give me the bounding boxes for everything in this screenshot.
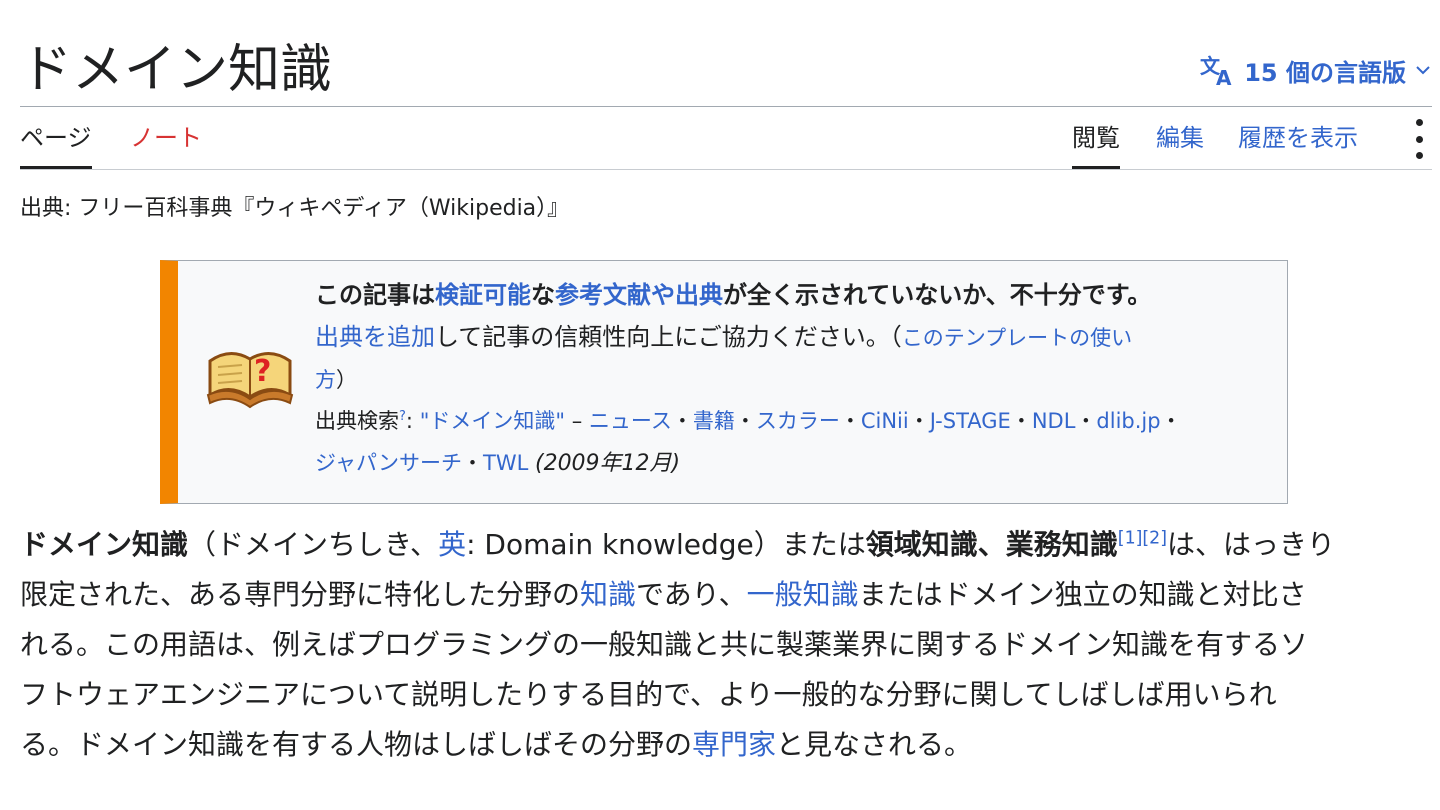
search-news-link[interactable]: ニュース bbox=[589, 409, 672, 433]
vertical-ellipsis-icon[interactable] bbox=[1414, 119, 1424, 159]
link-english[interactable]: 英 bbox=[438, 528, 466, 561]
source-search-help-link[interactable]: ? bbox=[399, 409, 406, 424]
article-text: （ドメインちしき、 bbox=[188, 528, 439, 561]
link-template-usage-end[interactable]: 方 bbox=[315, 368, 336, 392]
search-cinii-link[interactable]: CiNii bbox=[861, 409, 909, 433]
separator: ・ bbox=[671, 409, 693, 433]
separator: ・ bbox=[1010, 409, 1032, 433]
article-text: 、 bbox=[977, 528, 1006, 561]
citation-needed-notice: ? この記事は検証可能な参考文献や出典が全く示されていないか、不十分です。 出典… bbox=[160, 260, 1288, 504]
notice-text-segment: して記事の信頼性向上にご協力ください。（ bbox=[435, 323, 902, 351]
notice-text: この記事は検証可能な参考文献や出典が全く示されていないか、不十分です。 出典を追… bbox=[315, 275, 1275, 485]
notice-text-segment: ） bbox=[336, 368, 357, 392]
article-text: であり、 bbox=[636, 578, 747, 611]
notice-text-segment: : bbox=[405, 409, 420, 433]
term-domain-knowledge: ドメイン知識 bbox=[20, 528, 189, 561]
link-knowledge[interactable]: 知識 bbox=[580, 578, 636, 611]
article-body: ドメイン知識（ドメインちしき、英: Domain knowledge）または領域… bbox=[20, 520, 1432, 770]
notice-text-segment: この記事は bbox=[315, 281, 435, 309]
search-japansearch-link[interactable]: ジャパンサーチ bbox=[315, 451, 462, 475]
tab-history[interactable]: 履歴を表示 bbox=[1238, 121, 1358, 166]
link-template-usage[interactable]: このテンプレートの使い bbox=[902, 326, 1132, 350]
title-row: ドメイン知識 文 A 15 個の言語版 bbox=[20, 30, 1432, 107]
notice-date: (2009年12月) bbox=[534, 451, 681, 476]
search-twl-link[interactable]: TWL bbox=[483, 451, 528, 475]
term-domain-area-knowledge: 領域知識 bbox=[865, 528, 978, 561]
menu-dot bbox=[1415, 135, 1423, 143]
reference-1[interactable]: [1] bbox=[1118, 529, 1143, 549]
article-text: と見なされる。 bbox=[776, 728, 973, 761]
tabs-row: ページ ノート 閲覧 編集 履歴を表示 bbox=[20, 107, 1432, 170]
article-line-4: フトウェアエンジニアについて説明したりする目的で、より一般的な分野に関してしばし… bbox=[20, 678, 1277, 711]
search-ndl-link[interactable]: NDL bbox=[1032, 409, 1076, 433]
language-button-label: 15 個の言語版 bbox=[1244, 58, 1406, 87]
menu-dot bbox=[1415, 152, 1423, 159]
separator: ・ bbox=[1075, 409, 1097, 433]
article-line-1: ドメイン知識（ドメインちしき、英: Domain knowledge）または領域… bbox=[20, 520, 1432, 570]
article-text: : Domain knowledge）または bbox=[466, 528, 866, 561]
link-verifiability[interactable]: 検証可能 bbox=[435, 281, 531, 309]
search-dlib-link[interactable]: dlib.jp bbox=[1096, 409, 1160, 433]
tab-read[interactable]: 閲覧 bbox=[1072, 121, 1120, 169]
link-add-citation[interactable]: 出典を追加 bbox=[315, 323, 435, 351]
link-expert[interactable]: 専門家 bbox=[692, 728, 776, 761]
chevron-down-icon bbox=[1414, 64, 1432, 76]
language-button[interactable]: 文 A 15 個の言語版 bbox=[1200, 52, 1432, 88]
separator: ・ bbox=[462, 451, 483, 475]
page-title: ドメイン知識 bbox=[20, 40, 333, 100]
search-scholar-link[interactable]: スカラー bbox=[756, 409, 840, 433]
article-line-3: れる。この用語は、例えばプログラミングの一般知識と共に製薬業界に関するドメイン知… bbox=[20, 628, 1309, 661]
source-search-line: 出典検索?: "ドメイン知識" – ニュース・書籍・スカラー・CiNii・J-S… bbox=[315, 400, 1275, 442]
separator: ・ bbox=[734, 409, 756, 433]
article-line-2: 限定された、ある専門分野に特化した分野の知識であり、一般知識またはドメイン独立の… bbox=[20, 570, 1432, 620]
link-general-knowledge[interactable]: 一般知識 bbox=[747, 578, 859, 611]
article-line-5: る。ドメイン知識を有する人物はしばしばその分野の専門家と見なされる。 bbox=[20, 720, 1432, 770]
article-text: は、はっきり bbox=[1166, 528, 1335, 561]
source-search-line-2: ジャパンサーチ・TWL (2009年12月) bbox=[315, 442, 1275, 485]
notice-text-segment: が全く示されていないか、不十分です。 bbox=[723, 281, 1152, 309]
separator: ・ bbox=[908, 409, 930, 433]
separator: ・ bbox=[1160, 409, 1182, 433]
notice-line-2: 出典を追加して記事の信頼性向上にご協力ください。（このテンプレートの使い bbox=[315, 315, 1275, 360]
svg-text:A: A bbox=[1216, 66, 1232, 87]
notice-line-3: 方） bbox=[315, 360, 1275, 400]
search-jstage-link[interactable]: J-STAGE bbox=[930, 409, 1011, 433]
svg-text:?: ? bbox=[254, 354, 271, 389]
tab-edit[interactable]: 編集 bbox=[1156, 121, 1204, 166]
article-text: る。ドメイン知識を有する人物はしばしばその分野の bbox=[20, 728, 693, 761]
menu-dot bbox=[1415, 119, 1423, 126]
notice-text-segment: な bbox=[531, 281, 555, 309]
link-references[interactable]: 参考文献や出典 bbox=[555, 281, 723, 309]
term-business-knowledge: 業務知識 bbox=[1005, 528, 1118, 561]
source-line: 出典: フリー百科事典『ウィキペディア（Wikipedia）』 bbox=[20, 196, 570, 221]
notice-headline: この記事は検証可能な参考文献や出典が全く示されていないか、不十分です。 bbox=[315, 275, 1275, 315]
separator: ・ bbox=[839, 409, 861, 433]
search-query-link[interactable]: "ドメイン知識" bbox=[420, 409, 565, 433]
article-text: またはドメイン独立の知識と対比さ bbox=[858, 578, 1307, 611]
search-books-link[interactable]: 書籍 bbox=[693, 409, 735, 433]
tab-page[interactable]: ページ bbox=[20, 121, 92, 169]
notice-text-segment: – bbox=[565, 409, 589, 433]
article-text: 限定された、ある専門分野に特化した分野の bbox=[20, 578, 581, 611]
translate-icon: 文 A bbox=[1200, 53, 1236, 87]
source-search-label: 出典検索 bbox=[315, 409, 399, 433]
reference-2[interactable]: [2] bbox=[1142, 529, 1167, 549]
tab-talk[interactable]: ノート bbox=[130, 121, 202, 166]
open-book-question-icon: ? bbox=[204, 335, 296, 415]
